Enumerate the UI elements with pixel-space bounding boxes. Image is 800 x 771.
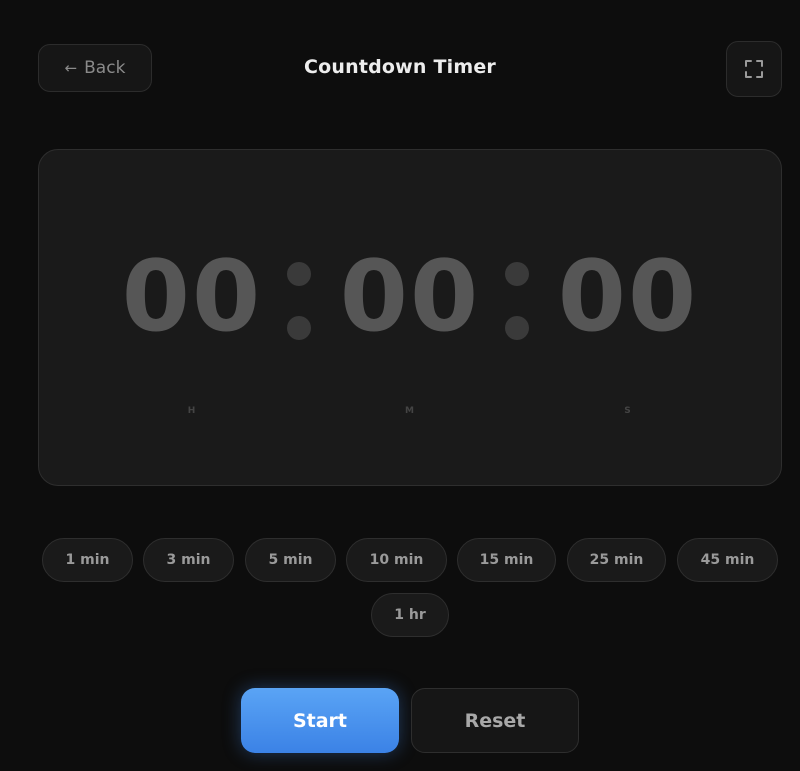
timer-display: 00 00 00 H M S <box>38 149 782 486</box>
fullscreen-button[interactable] <box>726 41 782 97</box>
preset-1-hr[interactable]: 1 hr <box>371 593 449 637</box>
countdown-timer-page: ← Back Countdown Timer 00 00 00 H M S 1 … <box>0 0 800 771</box>
preset-15-min[interactable]: 15 min <box>457 538 556 582</box>
seconds-value: 00 <box>557 240 699 354</box>
hours-label: H <box>187 406 197 416</box>
preset-5-min[interactable]: 5 min <box>245 538 336 582</box>
hours-value: 00 <box>121 240 263 354</box>
minutes-label: M <box>405 406 415 416</box>
colon-dot <box>505 316 529 340</box>
preset-10-min[interactable]: 10 min <box>346 538 447 582</box>
minutes-value: 00 <box>339 240 481 354</box>
seconds-label: S <box>624 406 632 416</box>
preset-1-min[interactable]: 1 min <box>42 538 133 582</box>
colon-dot <box>287 262 311 286</box>
fullscreen-icon <box>745 60 763 78</box>
preset-25-min[interactable]: 25 min <box>567 538 666 582</box>
colon-dot <box>505 262 529 286</box>
preset-3-min[interactable]: 3 min <box>143 538 234 582</box>
colon-dot <box>287 316 311 340</box>
page-title: Countdown Timer <box>303 56 496 78</box>
colon-separator <box>287 262 311 342</box>
colon-separator <box>505 262 529 342</box>
start-button[interactable]: Start <box>241 688 399 753</box>
preset-45-min[interactable]: 45 min <box>677 538 778 582</box>
reset-button[interactable]: Reset <box>411 688 579 753</box>
